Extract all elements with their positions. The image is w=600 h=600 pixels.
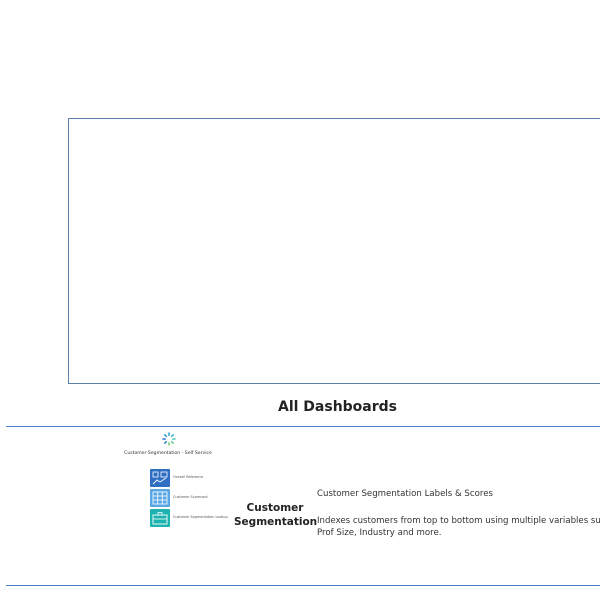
dashboard-name[interactable]: Customer Segmentation: [234, 501, 318, 529]
briefcase-icon: [150, 509, 170, 527]
thumbnail-item-label: Customer Scorecard: [173, 495, 208, 499]
section-title: All Dashboards: [277, 399, 398, 415]
dashboard-subtitle: Customer Segmentation Labels & Scores: [317, 489, 493, 499]
thumbnail-item: Customer Segmentation Lookup: [150, 509, 230, 529]
dashboard-thumbnail[interactable]: Customer Segmentation - Self Service Ove…: [114, 432, 228, 536]
dashboard-name-line: Customer: [246, 502, 304, 514]
thumbnail-item-label: Overall Reference: [173, 475, 204, 479]
table-grid-icon: [150, 489, 170, 507]
embedded-viz-frame: [68, 118, 600, 384]
spinner-ring-icon: [162, 432, 176, 446]
dashboard-description: Indexes customers from top to bottom usi…: [317, 515, 600, 539]
page: All Dashboards Customer Segmentation - S…: [0, 0, 600, 600]
description-line: Prof Size, Industry and more.: [317, 528, 442, 538]
chart-grid-icon: [150, 469, 170, 487]
thumbnail-item: Overall Reference: [150, 469, 230, 489]
description-line: Indexes customers from top to bottom usi…: [317, 516, 600, 526]
section-divider-top: [6, 426, 600, 427]
thumbnail-item: Customer Scorecard: [150, 489, 230, 509]
section-divider-bottom: [6, 585, 600, 586]
dashboard-name-line: Segmentation: [234, 516, 318, 528]
thumbnail-title: Customer Segmentation - Self Service: [124, 451, 212, 456]
thumbnail-item-label: Customer Segmentation Lookup: [173, 515, 228, 519]
